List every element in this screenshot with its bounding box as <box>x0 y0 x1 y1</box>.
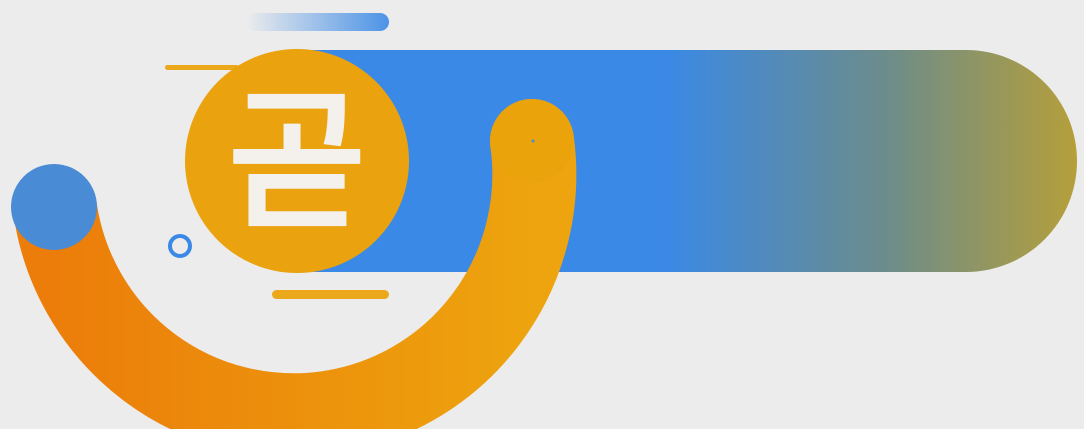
blue-ball-icon <box>11 164 97 250</box>
badge-character: 곧 <box>227 76 366 250</box>
title-card-artwork <box>11 13 1077 429</box>
accent-line-bottom <box>272 290 389 299</box>
banner-bar <box>300 50 1077 272</box>
arc-head-dot <box>531 139 535 143</box>
title-card: 곧 <box>0 0 1084 429</box>
top-speed-line <box>246 13 389 31</box>
